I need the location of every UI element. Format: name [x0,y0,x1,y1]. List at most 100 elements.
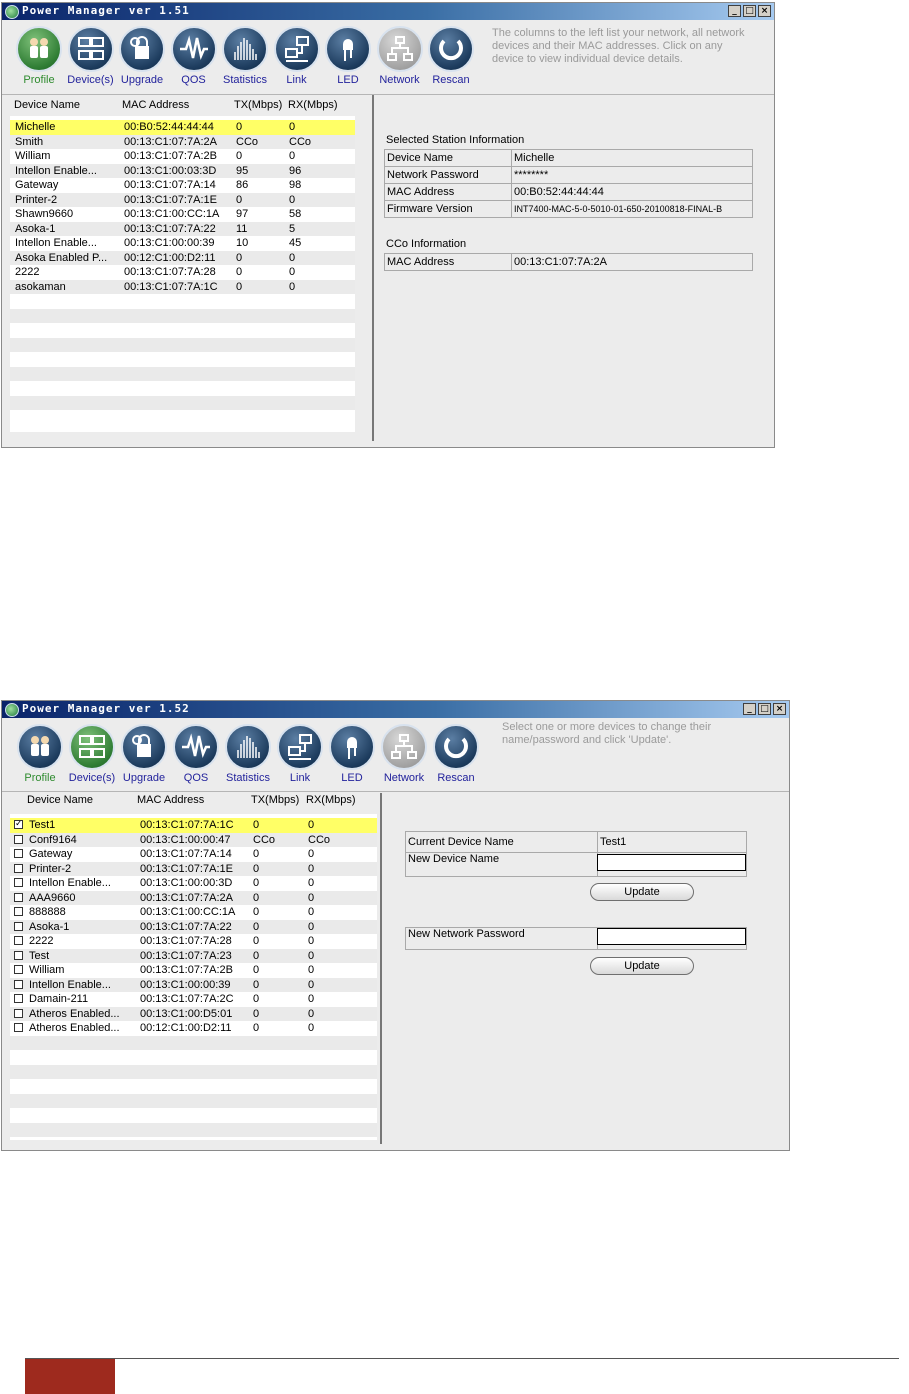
table-row[interactable]: Printer-2 00:13:C1:07:7A:1E 0 0 [10,192,355,207]
network-icon [376,26,423,72]
toolbar-button-led[interactable]: LED [320,26,376,86]
toolbar-button-profile[interactable]: Profile [12,724,68,784]
maximize-icon[interactable]: □ [743,5,756,17]
table-row[interactable]: 2222 00:13:C1:07:7A:28 0 0 [10,934,377,949]
col-mac-address[interactable]: MAC Address [137,794,204,806]
table-row[interactable]: Intellon Enable... 00:13:C1:00:00:39 0 0 [10,977,377,992]
update-name-button[interactable]: Update [590,883,694,901]
table-row[interactable]: Shawn9660 00:13:C1:00:CC:1A 97 58 [10,207,355,222]
toolbar-button-link[interactable]: Link [269,26,325,86]
table-row[interactable]: Conf9164 00:13:C1:00:00:47 CCo CCo [10,832,377,847]
device-checkbox[interactable]: ✓ [14,820,23,829]
device-checkbox[interactable] [14,1023,23,1032]
help-text: Select one or more devices to change the… [502,721,711,747]
col-tx[interactable]: TX(Mbps) [251,794,299,806]
toolbar-button-profile[interactable]: Profile [11,26,67,86]
table-row[interactable]: Printer-2 00:13:C1:07:7A:1E 0 0 [10,861,377,876]
col-rx[interactable]: RX(Mbps) [288,99,338,111]
col-device-name[interactable]: Device Name [27,794,93,806]
toolbar-button-upgrade[interactable]: Upgrade [116,724,172,784]
device-checkbox[interactable] [14,936,23,945]
toolbar-button-devices[interactable]: Device(s) [63,26,119,86]
device-checkbox[interactable] [14,834,23,844]
table-row[interactable]: Test 00:13:C1:07:7A:23 0 0 [10,948,377,963]
device-checkbox[interactable] [14,878,23,887]
close-icon[interactable]: × [758,5,771,17]
table-row[interactable]: Intellon Enable... 00:13:C1:00:00:39 10 45 [10,236,355,251]
pane-splitter[interactable] [380,793,382,1144]
toolbar-button-devices[interactable]: Device(s) [64,724,120,784]
table-row[interactable]: Gateway 00:13:C1:07:7A:14 86 98 [10,178,355,193]
toolbar-button-led[interactable]: LED [324,724,380,784]
device-name-cell: Gateway [29,848,73,860]
tx-cell: 97 [236,208,249,220]
col-device-name[interactable]: Device Name [14,99,80,111]
device-checkbox[interactable] [14,950,23,960]
device-checkbox[interactable] [14,921,23,931]
device-checkbox[interactable] [14,1008,23,1018]
table-row[interactable]: William 00:13:C1:07:7A:2B 0 0 [10,963,377,978]
col-tx[interactable]: TX(Mbps) [234,99,282,111]
new-password-input[interactable] [597,928,746,945]
app-icon [5,5,19,19]
table-row[interactable]: Smith 00:13:C1:07:7A:2A CCo CCo [10,134,355,149]
device-checkbox[interactable] [14,849,23,858]
rx-cell: 0 [308,891,315,904]
table-row[interactable]: Asoka-1 00:13:C1:07:7A:22 11 5 [10,221,355,236]
table-row[interactable]: Intellon Enable... 00:13:C1:00:00:3D 0 0 [10,876,377,891]
table-row[interactable]: Gateway 00:13:C1:07:7A:14 0 0 [10,847,377,862]
table-row[interactable]: Michelle 00:B0:52:44:44:44 0 0 [10,120,355,135]
statistics-icon [222,26,268,72]
new-device-name-input[interactable] [597,854,746,871]
maximize-icon[interactable]: □ [758,703,771,715]
table-row[interactable]: asokaman 00:13:C1:07:7A:1C 0 0 [10,279,355,294]
update-password-button[interactable]: Update [590,957,694,975]
table-row[interactable]: AAA9660 00:13:C1:07:7A:2A 0 0 [10,890,377,905]
table-row[interactable]: William 00:13:C1:07:7A:2B 0 0 [10,149,355,164]
table-row[interactable]: Intellon Enable... 00:13:C1:00:03:3D 95 96 [10,163,355,178]
table-row[interactable]: Asoka Enabled P... 00:12:C1:00:D2:11 0 0 [10,250,355,265]
device-checkbox[interactable] [14,994,23,1003]
pane-splitter[interactable] [372,95,374,441]
toolbar-button-label: LED [341,772,363,784]
toolbar-button-qos[interactable]: QOS [168,724,224,784]
device-checkbox[interactable] [14,892,23,902]
table-row[interactable]: Asoka-1 00:13:C1:07:7A:22 0 0 [10,919,377,934]
device-name-cell: Printer-2 [15,193,58,206]
toolbar-button-upgrade[interactable]: Upgrade [114,26,170,86]
minimize-icon[interactable]: _ [728,5,741,17]
toolbar-button-qos[interactable]: QOS [166,26,222,86]
table-row[interactable]: ✓ Test1 00:13:C1:07:7A:1C 0 0 [10,818,377,833]
upgrade-icon [121,724,167,770]
empty-row [10,1035,377,1050]
close-icon[interactable]: × [773,703,786,715]
toolbar-button-label: Upgrade [120,74,164,86]
tx-cell: 0 [253,964,260,976]
col-mac-address[interactable]: MAC Address [122,99,189,111]
profile-icon [16,26,62,72]
empty-row [10,395,355,410]
toolbar-button-link[interactable]: Link [272,724,328,784]
toolbar-button-rescan[interactable]: Rescan [428,724,484,784]
table-row[interactable]: Atheros Enabled... 00:13:C1:00:D5:01 0 0 [10,1006,377,1021]
device-checkbox[interactable] [14,965,23,974]
table-row[interactable]: 2222 00:13:C1:07:7A:28 0 0 [10,265,355,280]
device-checkbox[interactable] [14,907,23,916]
tx-cell: 0 [236,266,243,278]
col-rx[interactable]: RX(Mbps) [306,794,356,806]
toolbar-button-network[interactable]: Network [376,724,432,784]
toolbar-button-statistics[interactable]: Statistics [217,26,273,86]
toolbar-button-statistics[interactable]: Statistics [220,724,276,784]
table-row[interactable]: Damain-211 00:13:C1:07:7A:2C 0 0 [10,992,377,1007]
rx-cell: 0 [308,964,315,976]
tx-cell: 0 [253,891,260,904]
toolbar-button-rescan[interactable]: Rescan [423,26,479,86]
help-text-line: name/password and click 'Update'. [502,734,672,746]
toolbar-button-network[interactable]: Network [372,26,428,86]
table-row[interactable]: 888888 00:13:C1:00:CC:1A 0 0 [10,905,377,920]
device-name-cell: Damain-211 [29,993,89,1005]
device-checkbox[interactable] [14,979,23,989]
minimize-icon[interactable]: _ [743,703,756,715]
device-checkbox[interactable] [14,863,23,873]
table-row[interactable]: Atheros Enabled... 00:12:C1:00:D2:11 0 0 [10,1021,377,1036]
